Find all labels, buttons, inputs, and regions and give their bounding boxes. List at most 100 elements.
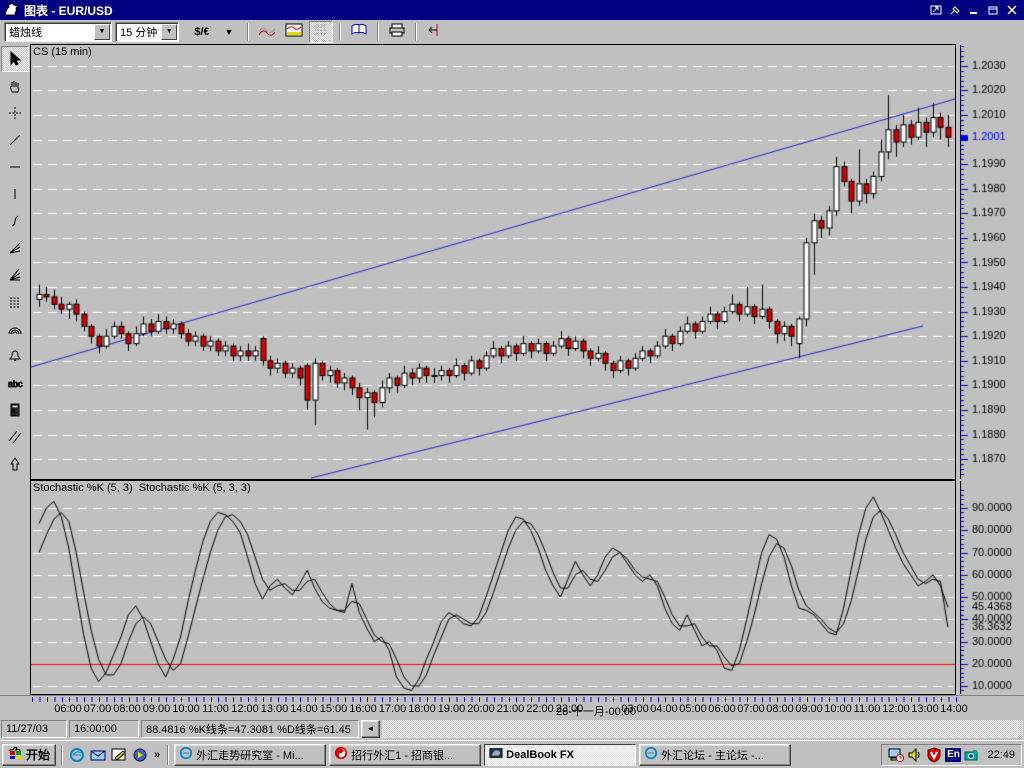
horizontal-line-icon (10, 166, 20, 168)
stochastic-axis[interactable] (960, 481, 1024, 694)
chevron-down-icon[interactable]: ▼ (161, 23, 177, 40)
tool-calculator-button[interactable] (1, 397, 29, 423)
mail-icon[interactable] (89, 746, 107, 764)
time-label: 09:00 (795, 703, 823, 715)
status-date: 11/27/03 (1, 719, 67, 738)
time-label: 09:00 (142, 703, 171, 715)
symbol-dropdown-button[interactable]: ▼ (217, 20, 241, 43)
ie-icon[interactable] (68, 746, 86, 764)
price-chart-panel[interactable]: CS (15 min) (30, 44, 956, 480)
tray-clock: 22:49 (987, 748, 1015, 761)
time-label: 14:00 (290, 703, 318, 715)
stochastic-chart-canvas[interactable] (31, 481, 955, 694)
dealbook-lion-icon (489, 746, 503, 763)
task-button-dealbook-fx[interactable]: DealBook FX (484, 743, 637, 766)
close-icon[interactable] (1004, 3, 1020, 17)
scheduler-icon[interactable] (888, 747, 905, 763)
scroll-left-button[interactable]: ◄ (361, 719, 380, 738)
tool-curve-button[interactable] (1, 208, 29, 234)
toolbar-separator (415, 22, 417, 41)
grid-toggle-button[interactable] (309, 20, 333, 43)
task-button-label: 外汇走势研究室 - Mi... (196, 749, 304, 762)
tool-fibonacci-retracement-button[interactable] (1, 289, 29, 315)
time-axis-labels: 06:00 07:00 08:00 09:00 10:00 11:00 12:00 13:00… (30, 703, 1020, 718)
print-button[interactable] (385, 20, 409, 43)
currency-pair-icon: $/€ (194, 25, 210, 38)
camera-icon[interactable] (964, 747, 980, 763)
price-axis[interactable] (960, 45, 1024, 479)
tool-trendline-button[interactable] (1, 127, 29, 153)
printer-icon (388, 23, 406, 40)
time-label: 05:00 (679, 703, 707, 715)
workbook-button[interactable] (347, 20, 371, 43)
interval-combo[interactable]: 15 分钟 ▼ (115, 21, 179, 42)
antivirus-shield-icon[interactable] (926, 746, 942, 763)
interval-value: 15 分钟 (120, 26, 158, 39)
media-player-icon[interactable] (131, 746, 149, 764)
volume-icon[interactable] (907, 747, 923, 763)
tool-horizontal-line-button[interactable] (1, 154, 29, 180)
lion-chart-icon (4, 3, 20, 17)
speed-lines-icon (9, 268, 21, 281)
indicator-wave-button[interactable] (255, 20, 279, 43)
ie-icon (179, 746, 193, 763)
drawing-tool-palette: abc (0, 44, 30, 695)
status-indicator-values: 88.4816 %K线条=47.3081 %D线条=61.45 (141, 719, 359, 738)
time-label: 10:00 (172, 703, 200, 715)
tool-vertical-line-button[interactable] (1, 181, 29, 207)
candlestick-chart-canvas[interactable] (31, 45, 955, 479)
time-label: 07:00 (83, 703, 112, 715)
time-label: 06:00 (54, 703, 82, 715)
time-axis[interactable]: 06:00 07:00 08:00 09:00 10:00 11:00 12:00 13:00… (0, 695, 1024, 718)
time-label: 12:00 (231, 703, 259, 715)
minimize-icon[interactable] (966, 3, 982, 17)
tool-gann-fan-button[interactable] (1, 235, 29, 261)
float-window-icon[interactable] (928, 3, 944, 17)
parallel-channel-icon (8, 430, 22, 444)
task-button-forex-research[interactable]: 外汇走势研究室 - Mi... (174, 743, 327, 766)
currency-pair-button[interactable]: $/€ (190, 20, 214, 43)
chart-type-combo[interactable]: 蜡烛线 ▼ (4, 21, 112, 42)
title-bar: 图表 - EUR/USD (0, 0, 1024, 20)
time-label: 07:00 (737, 703, 765, 715)
tool-crosshair-button[interactable] (1, 100, 29, 126)
time-label: 13:00 (911, 703, 939, 715)
trendline-icon (9, 134, 21, 146)
price-panel-title: CS (15 min) (33, 46, 92, 58)
calculator-icon (10, 403, 20, 417)
hand-icon (10, 81, 20, 93)
wave-icon (258, 23, 276, 40)
chevron-down-icon[interactable]: ▼ (94, 23, 110, 40)
tool-hand-button[interactable] (1, 73, 29, 99)
horizontal-scrollbar-track[interactable] (382, 719, 1023, 738)
tool-parallel-channel-button[interactable] (1, 424, 29, 450)
pointer-icon (10, 51, 22, 66)
time-label: 12:00 (882, 703, 910, 715)
chart-type-value: 蜡烛线 (9, 26, 42, 39)
time-label: 03:00 (621, 703, 649, 715)
task-button-cmb-forex[interactable]: 招行外汇1 - 招商银... (329, 743, 482, 766)
taskbar-separator (61, 744, 64, 765)
tool-pointer-button[interactable] (1, 46, 29, 72)
task-button-forex-forum[interactable]: 外汇论坛 - 主论坛 -... (639, 743, 792, 766)
time-tick-marks (32, 697, 958, 702)
start-button[interactable]: 开始 (2, 743, 57, 766)
quick-launch-overflow-chevron[interactable]: » (152, 749, 162, 761)
tool-text-label-button[interactable]: abc (1, 370, 29, 396)
time-label: 10:00 (824, 703, 852, 715)
lang-en-badge[interactable]: En (945, 747, 962, 762)
time-label: 06:00 (708, 703, 736, 715)
desktop-pen-icon[interactable] (110, 746, 128, 764)
tool-speed-lines-button[interactable] (1, 262, 29, 288)
tool-arrow-marker-button[interactable] (1, 451, 29, 477)
stochastic-panel[interactable]: Stochastic %K (5, 3) Stochastic %K (5, 3… (30, 480, 956, 695)
arrow-marker-icon (10, 457, 20, 471)
indicator-panel-button[interactable] (282, 20, 306, 43)
tool-fibonacci-arcs-button[interactable] (1, 316, 29, 342)
restore-icon[interactable] (985, 3, 1001, 17)
pin-icon[interactable] (947, 3, 963, 17)
task-button-label: 招行外汇1 - 招商银... (351, 749, 454, 762)
tool-alert-bell-button[interactable] (1, 343, 29, 369)
chart-column: CS (15 min) Stochastic %K (5, 3) Stochas… (30, 44, 956, 695)
crosshair-cursor-button[interactable] (423, 20, 447, 43)
